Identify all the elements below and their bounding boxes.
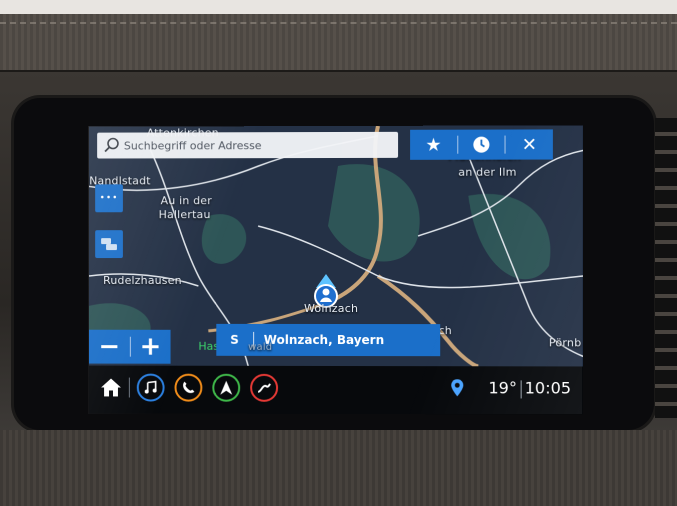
divider <box>520 380 522 399</box>
traffic-icon <box>101 238 117 251</box>
more-options-button[interactable]: ••• <box>95 184 123 213</box>
search-icon <box>104 138 120 153</box>
destination-label: Wolnzach, Bayern <box>263 332 385 348</box>
audio-button[interactable] <box>136 373 165 402</box>
zoom-in-button[interactable]: + <box>130 330 170 364</box>
dashboard-bottom-panel <box>0 430 677 506</box>
onstar-button[interactable] <box>250 373 279 402</box>
search-placeholder: Suchbegriff oder Adresse <box>123 138 262 152</box>
map-label-rudelzhausen: Rudelzhausen <box>103 273 182 287</box>
search-input[interactable]: Suchbegriff oder Adresse <box>97 131 399 159</box>
infotainment-screen: Attenkirchen Nandlstadt Au in der Haller… <box>89 125 584 415</box>
traffic-button[interactable] <box>95 230 123 259</box>
home-icon[interactable] <box>97 374 125 402</box>
clock-display: 10:05 <box>524 378 572 398</box>
map-label-pornbach: Pörnb <box>548 336 582 350</box>
clock-icon <box>473 135 490 153</box>
zoom-out-button[interactable]: − <box>89 330 129 364</box>
map-label-wald: wald <box>248 341 273 353</box>
recent-destinations-button[interactable] <box>458 130 505 160</box>
close-button[interactable]: ✕ <box>506 129 553 159</box>
route-mode-label: S <box>230 332 239 347</box>
map-label-wolnzach: Wolnzach <box>304 301 359 316</box>
dashboard-top-panel <box>0 0 677 72</box>
temperature-display: 19° <box>488 378 517 398</box>
divider <box>128 377 130 398</box>
music-note-icon <box>143 380 159 396</box>
map-label-an-der-ilm: an der Ilm <box>458 165 517 179</box>
location-pin-icon <box>451 379 464 397</box>
navigation-arrow-icon <box>220 381 233 396</box>
stitching <box>0 22 677 24</box>
zoom-controls: − + <box>89 329 171 364</box>
phone-icon <box>183 381 195 394</box>
top-button-group: ★ ✕ <box>410 129 553 160</box>
map-label-hallertau: Hallertau <box>158 208 211 222</box>
star-icon: ★ <box>425 134 442 156</box>
favorites-button[interactable]: ★ <box>410 130 457 160</box>
air-vent <box>655 118 677 418</box>
phone-button[interactable] <box>174 373 203 402</box>
bottom-bar: 19° 10:05 <box>89 365 584 415</box>
ellipsis-icon: ••• <box>99 193 119 204</box>
close-icon: ✕ <box>521 133 537 156</box>
onstar-icon <box>258 383 272 394</box>
map-label-au: Au in der <box>160 194 212 208</box>
navigation-button[interactable] <box>212 373 241 402</box>
